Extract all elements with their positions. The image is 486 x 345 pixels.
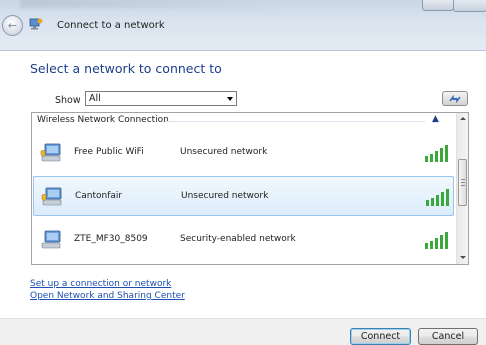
back-arrow-icon: ← [7,19,18,32]
show-filter-dropdown[interactable]: All [85,91,237,106]
grip-line [461,179,465,180]
network-computer-icon [41,187,62,206]
scrollbar[interactable] [456,113,468,264]
signal-strength-icon [425,232,448,249]
sharing-center-link[interactable]: Open Network and Sharing Center [30,291,185,301]
network-row-selected[interactable]: Cantonfair Unsecured network [33,176,454,216]
dialog-footer: Connect Cancel [0,318,486,345]
signal-strength-icon [426,189,449,206]
scrollbar-thumb[interactable] [458,159,467,206]
network-security: Security-enabled network [180,234,296,244]
grip-line [461,182,465,183]
window-title: Connect to a network [57,20,165,31]
network-ssid: Free Public WiFi [74,147,144,157]
refresh-icon [449,94,461,103]
network-computer-icon [40,143,61,162]
refresh-button[interactable] [442,91,468,106]
group-divider [165,121,425,122]
network-row[interactable]: Free Public WiFi Unsecured network [33,133,454,173]
scroll-down-icon[interactable] [460,256,466,259]
network-security: Unsecured network [181,191,269,201]
show-filter-value: All [89,93,101,104]
setup-connection-link[interactable]: Set up a connection or network [30,279,171,289]
window-controls[interactable] [422,0,486,12]
security-shield-icon [41,193,47,201]
network-ssid: ZTE_MF30_8509 [74,234,148,244]
scroll-up-icon[interactable] [460,117,466,120]
group-header: Wireless Network Connection ▲ [32,113,456,128]
collapse-group-icon[interactable]: ▲ [432,114,439,124]
title-bar-glass [20,0,280,8]
back-button[interactable]: ← [2,15,23,36]
connect-button[interactable]: Connect [350,328,411,345]
show-label: Show [55,95,81,106]
group-label: Wireless Network Connection [37,115,169,125]
network-row[interactable]: ZTE_MF30_8509 Security-enabled network [33,220,454,260]
chevron-down-icon [227,97,233,101]
title-bar: ← Connect to a network [0,0,486,51]
network-wizard-icon [29,18,43,30]
security-shield-icon [40,149,46,157]
network-security: Unsecured network [180,147,268,157]
network-computer-icon [41,230,61,249]
grip-line [461,185,465,186]
network-list: Wireless Network Connection ▲ Free Publi… [31,112,469,265]
network-ssid: Cantonfair [75,191,123,201]
page-heading: Select a network to connect to [30,61,222,76]
cancel-button[interactable]: Cancel [418,328,478,345]
signal-strength-icon [425,145,448,162]
